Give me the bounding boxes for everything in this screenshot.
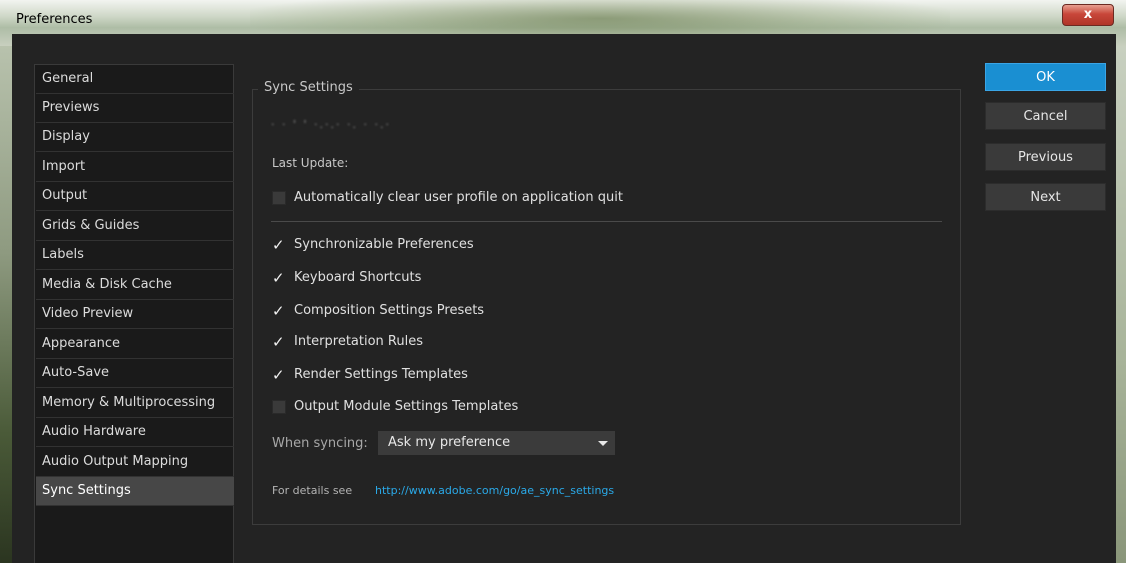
sync-item-label: Composition Settings Presets [294, 303, 485, 318]
last-update-label: Last Update: [272, 156, 349, 170]
sync-item-label: Output Module Settings Templates [294, 399, 519, 414]
sync-item-label: Interpretation Rules [294, 334, 423, 349]
cancel-button[interactable]: Cancel [985, 102, 1106, 130]
sync-item-label: Synchronizable Preferences [294, 237, 474, 252]
sync-item-label: Keyboard Shortcuts [294, 270, 422, 285]
chevron-down-icon [598, 441, 608, 446]
when-syncing-label: When syncing: [272, 436, 368, 451]
sidebar-item-audio-output-mapping[interactable]: Audio Output Mapping [36, 448, 234, 477]
preferences-category-list[interactable]: General Previews Display Import Output G… [34, 64, 234, 563]
sidebar-item-import[interactable]: Import [36, 153, 234, 182]
auto-clear-profile-checkbox-row[interactable]: Automatically clear user profile on appl… [272, 189, 692, 209]
output-module-checkbox[interactable] [272, 400, 286, 414]
check-icon: ✓ [272, 333, 285, 351]
when-syncing-dropdown[interactable]: Ask my preference [378, 431, 615, 455]
sidebar-item-grids-guides[interactable]: Grids & Guides [36, 212, 234, 241]
sync-item-render-settings-templates[interactable]: ✓ Render Settings Templates [272, 366, 502, 386]
sidebar-item-previews[interactable]: Previews [36, 94, 234, 123]
window-title: Preferences [16, 12, 93, 27]
next-button[interactable]: Next [985, 183, 1106, 211]
sync-item-label: Render Settings Templates [294, 367, 468, 382]
sync-settings-help-link[interactable]: http://www.adobe.com/go/ae_sync_settings [375, 484, 614, 497]
group-title: Sync Settings [258, 80, 359, 95]
window-frame-right [1116, 46, 1126, 563]
sidebar-item-output[interactable]: Output [36, 182, 234, 211]
sidebar-item-general[interactable]: General [36, 65, 234, 94]
sidebar-item-labels[interactable]: Labels [36, 241, 234, 270]
sync-item-interpretation-rules[interactable]: ✓ Interpretation Rules [272, 333, 462, 353]
sidebar-item-appearance[interactable]: Appearance [36, 330, 234, 359]
sidebar-item-audio-hardware[interactable]: Audio Hardware [36, 418, 234, 447]
check-icon: ✓ [272, 302, 285, 320]
section-divider [271, 221, 942, 222]
window-frame-left [0, 46, 12, 563]
sidebar-item-media-disk-cache[interactable]: Media & Disk Cache [36, 271, 234, 300]
sync-item-output-module-settings-templates[interactable]: Output Module Settings Templates [272, 398, 562, 418]
sync-item-composition-settings-presets[interactable]: ✓ Composition Settings Presets [272, 302, 522, 322]
window-close-button[interactable]: x [1062, 4, 1114, 26]
sidebar-item-sync-settings[interactable]: Sync Settings [36, 477, 234, 506]
previous-button[interactable]: Previous [985, 143, 1106, 171]
check-icon: ✓ [272, 236, 285, 254]
sync-item-keyboard-shortcuts[interactable]: ✓ Keyboard Shortcuts [272, 269, 452, 289]
when-syncing-value: Ask my preference [388, 435, 511, 450]
sidebar-item-display[interactable]: Display [36, 123, 234, 152]
sync-item-synchronizable-preferences[interactable]: ✓ Synchronizable Preferences [272, 236, 502, 256]
auto-clear-profile-label: Automatically clear user profile on appl… [294, 190, 623, 205]
check-icon: ✓ [272, 366, 285, 384]
details-label: For details see [272, 484, 353, 497]
account-name-blurred: · · ' ' ·.·.· ·. · ·.· [271, 118, 391, 131]
sidebar-item-memory-multiprocessing[interactable]: Memory & Multiprocessing [36, 389, 234, 418]
auto-clear-profile-checkbox[interactable] [272, 191, 286, 205]
sidebar-item-auto-save[interactable]: Auto-Save [36, 359, 234, 388]
sidebar-item-video-preview[interactable]: Video Preview [36, 300, 234, 329]
check-icon: ✓ [272, 269, 285, 287]
ok-button[interactable]: OK [985, 63, 1106, 91]
